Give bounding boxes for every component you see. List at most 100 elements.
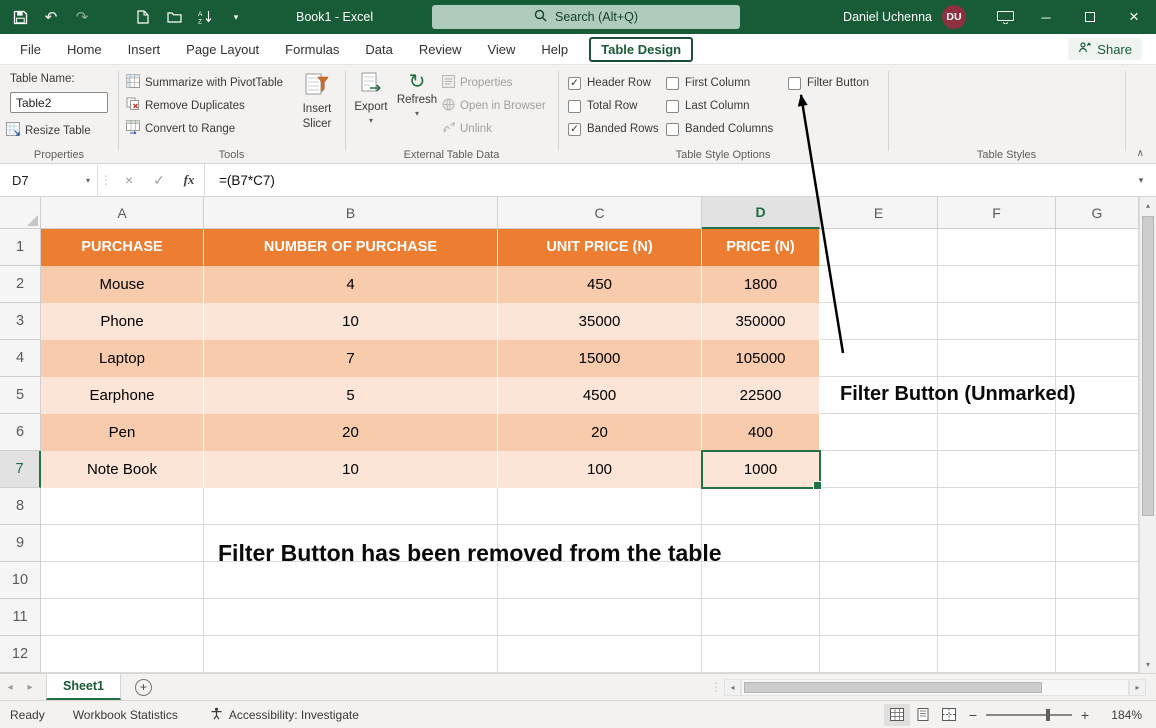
cell-F8[interactable] [938, 488, 1056, 525]
resize-table-button[interactable]: Resize Table [6, 120, 91, 141]
page-layout-view-icon[interactable] [910, 704, 936, 726]
normal-view-icon[interactable] [884, 704, 910, 726]
row-header-4[interactable]: 4 [0, 340, 41, 377]
horizontal-scrollbar-track[interactable] [741, 679, 1129, 696]
zoom-level[interactable]: 184% [1096, 708, 1142, 722]
scroll-right-icon[interactable]: ▸ [1129, 679, 1146, 696]
redo-icon[interactable]: ↷ [74, 9, 90, 25]
tab-review[interactable]: Review [406, 34, 475, 64]
row-header-11[interactable]: 11 [0, 599, 41, 636]
row-header-12[interactable]: 12 [0, 636, 41, 673]
cell-F10[interactable] [938, 562, 1056, 599]
last-column-checkbox[interactable]: Last Column [666, 97, 750, 115]
cell-E10[interactable] [820, 562, 938, 599]
cell-C11[interactable] [498, 599, 702, 636]
cancel-icon[interactable]: × [114, 164, 144, 196]
cell-B12[interactable] [204, 636, 498, 673]
cell-C1[interactable]: UNIT PRICE (N) [498, 229, 702, 266]
row-header-2[interactable]: 2 [0, 266, 41, 303]
zoom-slider[interactable] [986, 714, 1072, 716]
cell-A4[interactable]: Laptop [41, 340, 204, 377]
tab-insert[interactable]: Insert [115, 34, 174, 64]
horizontal-scrollbar-thumb[interactable] [744, 682, 1042, 693]
row-header-9[interactable]: 9 [0, 525, 41, 562]
row-header-8[interactable]: 8 [0, 488, 41, 525]
tab-home[interactable]: Home [54, 34, 115, 64]
cell-B11[interactable] [204, 599, 498, 636]
column-header-D[interactable]: D [702, 197, 820, 229]
cell-A7[interactable]: Note Book [41, 451, 204, 488]
tab-help[interactable]: Help [528, 34, 581, 64]
row-header-1[interactable]: 1 [0, 229, 41, 266]
close-button[interactable]: × [1112, 0, 1156, 34]
cell-G1[interactable] [1056, 229, 1139, 266]
column-header-E[interactable]: E [820, 197, 938, 229]
zoom-slider-handle[interactable] [1046, 709, 1050, 721]
cell-C12[interactable] [498, 636, 702, 673]
tab-table-design[interactable]: Table Design [589, 37, 693, 62]
cell-D2[interactable]: 1800 [702, 266, 820, 303]
search-input[interactable]: Search (Alt+Q) [432, 5, 740, 29]
select-all-corner[interactable] [0, 197, 41, 229]
cell-G4[interactable] [1056, 340, 1139, 377]
name-box-dropdown-icon[interactable]: ▾ [86, 176, 90, 185]
cell-B5[interactable]: 5 [204, 377, 498, 414]
column-header-B[interactable]: B [204, 197, 498, 229]
row-header-6[interactable]: 6 [0, 414, 41, 451]
cell-A2[interactable]: Mouse [41, 266, 204, 303]
collapse-ribbon-icon[interactable]: ∧ [1137, 148, 1144, 159]
cell-G3[interactable] [1056, 303, 1139, 340]
cell-E6[interactable] [820, 414, 938, 451]
cell-D10[interactable] [702, 562, 820, 599]
cell-E4[interactable] [820, 340, 938, 377]
cell-F3[interactable] [938, 303, 1056, 340]
cell-B2[interactable]: 4 [204, 266, 498, 303]
header-row-checkbox[interactable]: ✓ Header Row [568, 74, 651, 92]
cell-D12[interactable] [702, 636, 820, 673]
cell-B7[interactable]: 10 [204, 451, 498, 488]
cell-A11[interactable] [41, 599, 204, 636]
column-header-F[interactable]: F [938, 197, 1056, 229]
scroll-left-icon[interactable]: ◂ [724, 679, 741, 696]
cell-F7[interactable] [938, 451, 1056, 488]
zoom-in-button[interactable]: + [1074, 707, 1096, 723]
cell-G12[interactable] [1056, 636, 1139, 673]
cell-E3[interactable] [820, 303, 938, 340]
cell-D6[interactable]: 400 [702, 414, 820, 451]
column-header-G[interactable]: G [1056, 197, 1139, 229]
formula-input[interactable]: =(B7*C7) [204, 164, 275, 196]
cell-C3[interactable]: 35000 [498, 303, 702, 340]
tab-formulas[interactable]: Formulas [272, 34, 352, 64]
cell-E7[interactable] [820, 451, 938, 488]
table-name-input[interactable] [10, 92, 108, 113]
cell-E11[interactable] [820, 599, 938, 636]
expand-formula-bar-icon[interactable]: ▾ [1126, 164, 1156, 196]
row-header-3[interactable]: 3 [0, 303, 41, 340]
zoom-out-button[interactable]: − [962, 707, 984, 723]
cell-G9[interactable] [1056, 525, 1139, 562]
accessibility-status[interactable]: Accessibility: Investigate [210, 707, 359, 723]
cell-A5[interactable]: Earphone [41, 377, 204, 414]
cell-C2[interactable]: 450 [498, 266, 702, 303]
customize-toolbar-chevron-icon[interactable]: ▾ [228, 9, 244, 25]
refresh-button[interactable]: ↻ Refresh ▾ [394, 71, 440, 118]
scroll-down-icon[interactable]: ▾ [1140, 656, 1156, 673]
sort-az-icon[interactable]: AZ [197, 9, 213, 25]
cell-G7[interactable] [1056, 451, 1139, 488]
cell-G10[interactable] [1056, 562, 1139, 599]
cell-C10[interactable] [498, 562, 702, 599]
open-folder-icon[interactable] [166, 9, 182, 25]
cell-B6[interactable]: 20 [204, 414, 498, 451]
user-avatar[interactable]: DU [942, 5, 966, 29]
cell-A3[interactable]: Phone [41, 303, 204, 340]
cell-D8[interactable] [702, 488, 820, 525]
sheet-nav-right-icon[interactable]: ▸ [20, 682, 40, 693]
row-header-10[interactable]: 10 [0, 562, 41, 599]
cell-F9[interactable] [938, 525, 1056, 562]
column-header-A[interactable]: A [41, 197, 204, 229]
cell-E1[interactable] [820, 229, 938, 266]
insert-function-icon[interactable]: fx [174, 164, 204, 196]
cell-C8[interactable] [498, 488, 702, 525]
cell-B8[interactable] [204, 488, 498, 525]
minimize-button[interactable]: ─ [1024, 0, 1068, 34]
